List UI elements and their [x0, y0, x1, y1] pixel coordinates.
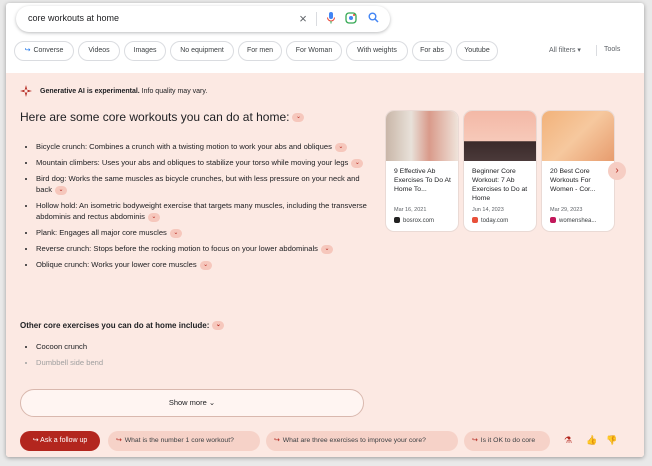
- thumbs-up-icon[interactable]: 👍: [586, 435, 597, 446]
- microphone-icon[interactable]: [324, 12, 338, 26]
- suggested-question[interactable]: ↪ What are three exercises to improve you…: [266, 431, 458, 451]
- other-exercises-list: Cocoon crunch Dumbbell side bend: [24, 341, 103, 373]
- list-item: Reverse crunch: Stops before the rocking…: [36, 243, 376, 254]
- filter-chips: ↪ Converse Videos Images No equipment For…: [12, 41, 638, 61]
- chip-no-equipment[interactable]: No equipment: [170, 41, 234, 61]
- lab-flask-icon[interactable]: ⚗: [564, 435, 572, 446]
- chip-for-men[interactable]: For men: [238, 41, 282, 61]
- follow-up-arrow-icon: ↪: [472, 437, 478, 444]
- suggested-question[interactable]: ↪ What is the number 1 core workout?: [108, 431, 260, 451]
- divider: [596, 45, 597, 56]
- list-item: Dumbbell side bend: [36, 357, 103, 368]
- gemini-sparkle-icon: [20, 85, 32, 97]
- workout-list: Bicycle crunch: Combines a crunch with a…: [24, 141, 376, 275]
- card-source: bosrox.com: [394, 217, 434, 224]
- page-title: Here are some core workouts you can do a…: [20, 110, 305, 124]
- lens-icon[interactable]: [344, 12, 358, 26]
- chip-images[interactable]: Images: [124, 41, 166, 61]
- all-filters-button[interactable]: All filters ▾: [549, 46, 581, 54]
- show-more-button[interactable]: Show more ⌄: [20, 389, 364, 417]
- card-source: womenshea...: [550, 217, 596, 224]
- site-favicon-icon: [472, 217, 478, 223]
- source-card[interactable]: 20 Best Core Workouts For Women - Cor...…: [542, 111, 614, 231]
- follow-up-arrow-icon: ↪: [274, 437, 280, 444]
- chip-with-weights[interactable]: With weights: [346, 41, 408, 61]
- card-date: Mar 29, 2023: [550, 207, 583, 213]
- other-exercises-heading: Other core exercises you can do at home …: [20, 321, 225, 331]
- site-favicon-icon: [550, 217, 556, 223]
- card-image: [464, 111, 536, 161]
- card-title: 20 Best Core Workouts For Women - Cor...: [550, 168, 596, 193]
- suggested-question[interactable]: ↪ Is it OK to do core: [464, 431, 550, 451]
- chevron-down-icon[interactable]: ⌄: [199, 260, 212, 270]
- list-item: Cocoon crunch: [36, 341, 103, 352]
- chevron-down-icon[interactable]: ⌄: [169, 228, 182, 238]
- list-item: Oblique crunch: Works your lower core mu…: [36, 259, 376, 270]
- card-date: Jun 14, 2023: [472, 207, 504, 213]
- follow-up-arrow-icon: ↪: [32, 437, 39, 444]
- ai-overview: Generative AI is experimental. Info qual…: [6, 73, 644, 457]
- card-image: [386, 111, 458, 161]
- chevron-down-icon[interactable]: ⌄: [147, 212, 160, 222]
- chip-converse[interactable]: ↪ Converse: [14, 41, 74, 61]
- tools-button[interactable]: Tools: [604, 46, 620, 53]
- follow-up-arrow-icon: ↪: [116, 437, 122, 444]
- chevron-down-icon[interactable]: ⌄: [292, 113, 305, 123]
- list-item: Plank: Engages all major core muscles⌄: [36, 227, 376, 238]
- search-bar[interactable]: core workouts at home ×: [16, 6, 390, 32]
- chip-videos[interactable]: Videos: [78, 41, 120, 61]
- list-item: Hollow hold: An isometric bodyweight exe…: [36, 200, 376, 222]
- list-item: Bicycle crunch: Combines a crunch with a…: [36, 141, 376, 152]
- follow-up-bar: ↪ Ask a follow up ↪ What is the number 1 …: [20, 431, 640, 451]
- clear-icon[interactable]: ×: [296, 12, 310, 26]
- card-source: today.com: [472, 217, 508, 224]
- list-item: Bird dog: Works the same muscles as bicy…: [36, 173, 376, 195]
- chip-for-woman[interactable]: For Woman: [286, 41, 342, 61]
- card-date: Mar 16, 2021: [394, 207, 427, 213]
- chevron-down-icon[interactable]: ⌄: [351, 158, 364, 168]
- card-image: [542, 111, 614, 161]
- chevron-down-icon[interactable]: ⌄: [334, 142, 347, 152]
- chip-youtube[interactable]: Youtube: [456, 41, 498, 61]
- chevron-down-icon: ⌄: [208, 398, 216, 407]
- search-icon[interactable]: [366, 12, 380, 26]
- list-item: Mountain climbers: Uses your abs and obl…: [36, 157, 376, 168]
- chevron-down-icon[interactable]: ⌄: [55, 185, 68, 195]
- site-favicon-icon: [394, 217, 400, 223]
- chevron-down-icon[interactable]: ⌄: [320, 244, 333, 254]
- browser-frame: core workouts at home × ↪ Converse Videos…: [6, 3, 644, 457]
- chevron-down-icon[interactable]: ⌄: [212, 321, 225, 331]
- source-card[interactable]: 9 Effective Ab Exercises To Do At Home T…: [386, 111, 458, 231]
- card-title: Beginner Core Workout: 7 Ab Exercises to…: [472, 168, 528, 202]
- divider: [316, 12, 317, 26]
- search-input[interactable]: core workouts at home: [28, 13, 119, 23]
- ask-follow-up-button[interactable]: ↪ Ask a follow up: [20, 431, 100, 451]
- ai-notice: Generative AI is experimental. Info qual…: [40, 88, 208, 95]
- chip-for-abs[interactable]: For abs: [412, 41, 452, 61]
- thumbs-down-icon[interactable]: 👎: [606, 435, 617, 446]
- source-card[interactable]: Beginner Core Workout: 7 Ab Exercises to…: [464, 111, 536, 231]
- converse-arrow-icon: ↪: [24, 47, 31, 54]
- next-arrow-icon[interactable]: ›: [608, 162, 626, 180]
- card-title: 9 Effective Ab Exercises To Do At Home T…: [394, 168, 451, 193]
